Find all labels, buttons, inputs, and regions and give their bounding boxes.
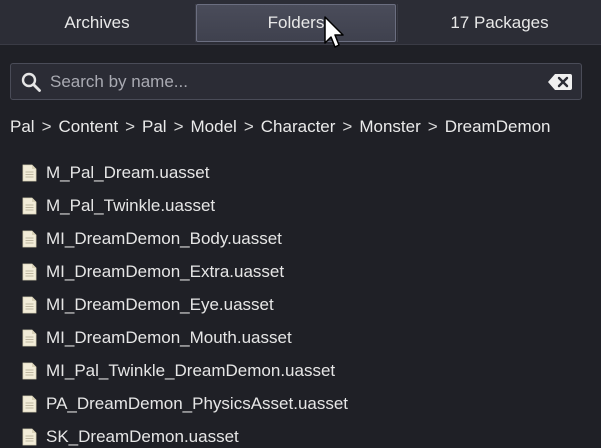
file-icon [22, 263, 37, 280]
file-icon [22, 296, 37, 313]
breadcrumb-separator: > [427, 117, 438, 136]
tab-packages-label: 17 Packages [450, 13, 549, 32]
file-name: MI_DreamDemon_Eye.uasset [46, 294, 274, 314]
file-name: MI_Pal_Twinkle_DreamDemon.uasset [46, 360, 336, 380]
breadcrumb-item-current[interactable]: DreamDemon [445, 117, 551, 137]
clear-icon[interactable] [547, 72, 573, 92]
breadcrumb-item[interactable]: Monster [359, 117, 420, 137]
search-icon [21, 72, 41, 92]
tab-folders[interactable]: Folders [196, 4, 396, 42]
tab-folders-label: Folders [267, 13, 325, 32]
file-icon [22, 395, 37, 412]
file-icon [22, 428, 37, 445]
file-name: MI_DreamDemon_Mouth.uasset [46, 327, 292, 347]
file-item[interactable]: SK_DreamDemon.uasset [22, 420, 582, 448]
file-item[interactable]: MI_DreamDemon_Mouth.uasset [22, 321, 582, 354]
file-icon [22, 197, 37, 214]
breadcrumb-item[interactable]: Character [261, 117, 336, 137]
tab-packages[interactable]: 17 Packages [398, 4, 601, 42]
breadcrumb-separator: > [41, 117, 52, 136]
file-name: PA_DreamDemon_PhysicsAsset.uasset [46, 393, 349, 413]
breadcrumb-separator: > [342, 117, 353, 136]
file-icon [22, 362, 37, 379]
tab-archives[interactable]: Archives [0, 4, 194, 42]
file-item[interactable]: MI_DreamDemon_Body.uasset [22, 222, 582, 255]
breadcrumb-separator: > [125, 117, 135, 136]
file-item[interactable]: MI_DreamDemon_Extra.uasset [22, 255, 582, 288]
file-item[interactable]: M_Pal_Twinkle.uasset [22, 189, 582, 222]
search-box [10, 63, 582, 100]
file-item[interactable]: M_Pal_Dream.uasset [22, 156, 582, 189]
breadcrumb-separator: > [173, 117, 184, 136]
breadcrumb-separator: > [243, 117, 254, 136]
breadcrumb-item[interactable]: Model [191, 117, 237, 137]
file-icon [22, 230, 37, 247]
search-input[interactable] [50, 66, 547, 97]
tab-bar: Archives Folders 17 Packages [0, 0, 601, 45]
breadcrumb-item[interactable]: Content [59, 117, 119, 137]
file-name: MI_DreamDemon_Extra.uasset [46, 261, 285, 281]
file-name: MI_DreamDemon_Body.uasset [46, 228, 282, 248]
file-name: SK_DreamDemon.uasset [46, 426, 239, 446]
file-name: M_Pal_Dream.uasset [46, 162, 210, 182]
file-item[interactable]: MI_Pal_Twinkle_DreamDemon.uasset [22, 354, 582, 387]
breadcrumb-item[interactable]: Pal [10, 117, 35, 137]
file-item[interactable]: MI_DreamDemon_Eye.uasset [22, 288, 582, 321]
asset-browser-panel: Archives Folders 17 Packages Pal > Conte… [0, 0, 601, 448]
breadcrumb-item[interactable]: Pal [142, 117, 167, 137]
breadcrumb: Pal > Content > Pal > Model > Character … [10, 116, 551, 138]
file-list: M_Pal_Dream.uasset M_Pal_Twinkle.uasset … [22, 156, 582, 448]
file-icon [22, 164, 37, 181]
file-name: M_Pal_Twinkle.uasset [46, 195, 216, 215]
file-icon [22, 329, 37, 346]
file-item[interactable]: PA_DreamDemon_PhysicsAsset.uasset [22, 387, 582, 420]
tab-archives-label: Archives [64, 13, 130, 32]
